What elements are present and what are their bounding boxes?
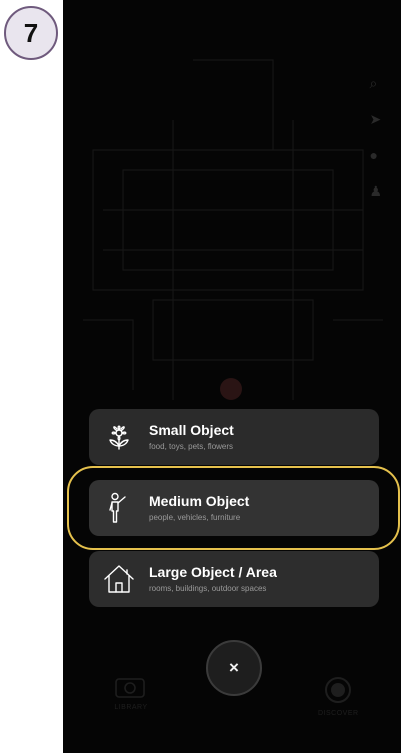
step-badge: 7	[4, 6, 58, 60]
search-icon[interactable]: ⌕	[369, 76, 382, 90]
menu-item-large-object-area[interactable]: Large Object / Area rooms, buildings, ou…	[89, 551, 379, 607]
record-icon	[325, 677, 352, 703]
step-number: 7	[23, 17, 39, 48]
close-icon: ×	[229, 658, 239, 677]
library-nav-item[interactable]: LIBRARY	[113, 675, 149, 711]
menu-item-title: Large Object / Area	[149, 563, 277, 580]
discover-nav-item[interactable]: DISCOVER	[318, 675, 359, 717]
camera-icon	[115, 678, 145, 698]
menu-item-title: Small Object	[149, 421, 234, 438]
menu-item-subtitle: rooms, buildings, outdoor spaces	[149, 583, 267, 593]
person-icon[interactable]: ♟	[369, 184, 382, 198]
phone-screen: ⌕ ➤ ● ♟ Small Object food, toys, pets, f…	[63, 0, 401, 753]
library-label: LIBRARY	[114, 704, 148, 711]
menu-item-subtitle: food, toys, pets, flowers	[149, 441, 234, 451]
close-button[interactable]: ×	[206, 640, 262, 696]
flower-icon	[103, 421, 135, 453]
house-icon	[103, 563, 135, 595]
navigate-icon[interactable]: ➤	[369, 112, 382, 126]
menu-item-small-object[interactable]: Small Object food, toys, pets, flowers	[89, 409, 379, 465]
map-controls: ⌕ ➤ ● ♟	[369, 76, 382, 198]
location-pin	[220, 378, 242, 400]
pin-icon[interactable]: ●	[369, 148, 382, 162]
discover-label: DISCOVER	[318, 710, 359, 717]
medium-object-highlight	[67, 466, 400, 550]
